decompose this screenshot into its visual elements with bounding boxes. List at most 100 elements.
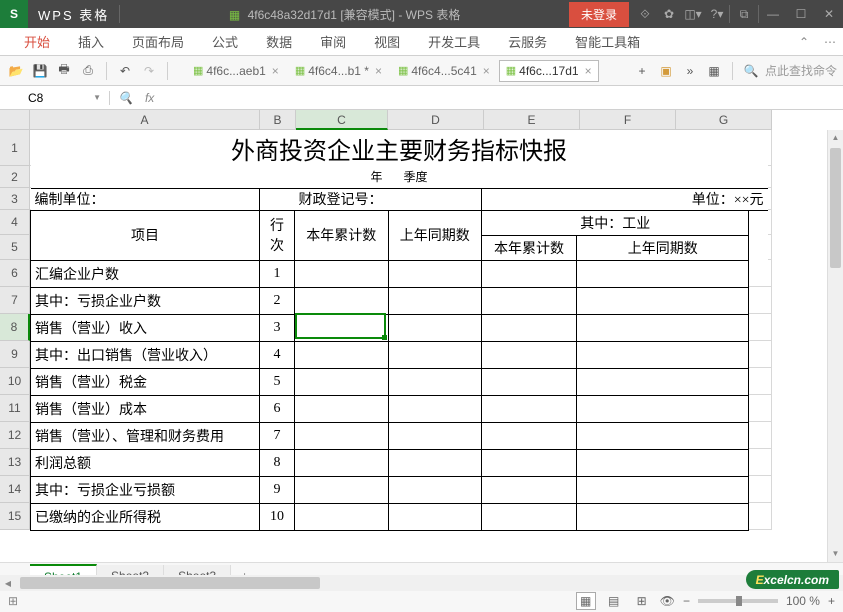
cell[interactable]: [388, 395, 482, 422]
col-header-F[interactable]: F: [580, 110, 676, 130]
cell[interactable]: [482, 368, 577, 395]
row-header-11[interactable]: 11: [0, 395, 30, 422]
tab-nav-icon[interactable]: »: [680, 61, 700, 81]
cell[interactable]: [577, 314, 749, 341]
ribbon-options-icon[interactable]: ⋯: [817, 35, 843, 49]
row-header-12[interactable]: 12: [0, 422, 30, 449]
scroll-down-arrow[interactable]: ▼: [828, 546, 843, 562]
sync-icon[interactable]: ⟐: [633, 7, 657, 22]
menu-view[interactable]: 视图: [360, 26, 414, 57]
cell[interactable]: [388, 314, 482, 341]
menu-devtools[interactable]: 开发工具: [414, 26, 494, 57]
scroll-thumb[interactable]: [20, 577, 320, 589]
close-icon[interactable]: ×: [272, 64, 279, 78]
redo-icon[interactable]: ↷: [139, 61, 159, 81]
doc-tab-4[interactable]: ▦4f6c...17d1×: [499, 60, 599, 82]
cell[interactable]: [295, 476, 389, 503]
cell[interactable]: [295, 395, 389, 422]
chevron-down-icon[interactable]: ▼: [93, 93, 101, 102]
cell[interactable]: [295, 341, 389, 368]
row-header-6[interactable]: 6: [0, 260, 30, 287]
maximize-button[interactable]: ☐: [787, 0, 815, 28]
cell[interactable]: [295, 422, 389, 449]
close-icon[interactable]: ×: [375, 64, 382, 78]
cell[interactable]: [482, 503, 577, 530]
row-header-13[interactable]: 13: [0, 449, 30, 476]
horizontal-scrollbar[interactable]: ◀ ▶: [0, 575, 843, 591]
col-header-E[interactable]: E: [484, 110, 580, 130]
cell[interactable]: [295, 503, 389, 530]
cell[interactable]: [295, 368, 389, 395]
select-all-cells[interactable]: [0, 110, 30, 130]
undo-icon[interactable]: ↶: [115, 61, 135, 81]
menu-start[interactable]: 开始: [10, 26, 64, 57]
close-icon[interactable]: ×: [585, 64, 592, 78]
zoom-slider[interactable]: [698, 599, 778, 603]
zoom-in-icon[interactable]: +: [828, 594, 835, 608]
row-header-14[interactable]: 14: [0, 476, 30, 503]
reading-mode-icon[interactable]: 👁: [660, 594, 675, 608]
row-header-2[interactable]: 2: [0, 166, 30, 188]
table-row[interactable]: 销售（营业）、管理和财务费用 7: [31, 422, 768, 449]
menu-data[interactable]: 数据: [252, 26, 306, 57]
doc-tab-2[interactable]: ▦4f6c4...b1 *×: [288, 60, 389, 82]
cell[interactable]: [388, 476, 482, 503]
table-row[interactable]: 销售（营业）成本 6: [31, 395, 768, 422]
search-command-input[interactable]: 点此查找命令: [765, 62, 837, 79]
table-row[interactable]: 汇编企业户数 1: [31, 260, 768, 287]
cell[interactable]: [482, 287, 577, 314]
vertical-scrollbar[interactable]: ▲ ▼: [827, 130, 843, 562]
cell[interactable]: [482, 395, 577, 422]
row-header-9[interactable]: 9: [0, 341, 30, 368]
row-header-5[interactable]: 5: [0, 235, 30, 260]
row-header-7[interactable]: 7: [0, 287, 30, 314]
close-icon[interactable]: ×: [483, 64, 490, 78]
save-icon[interactable]: 💾: [30, 61, 50, 81]
col-header-D[interactable]: D: [388, 110, 484, 130]
cell[interactable]: [388, 287, 482, 314]
cell[interactable]: [482, 476, 577, 503]
doc-map-icon[interactable]: ⊞: [8, 594, 18, 608]
cell[interactable]: [295, 260, 389, 287]
scroll-left-arrow[interactable]: ◀: [0, 579, 16, 588]
cell[interactable]: [482, 314, 577, 341]
new-tab-icon[interactable]: +: [632, 61, 652, 81]
row-header-3[interactable]: 3: [0, 188, 30, 210]
row-header-15[interactable]: 15: [0, 503, 30, 530]
cell[interactable]: [388, 449, 482, 476]
table-row[interactable]: 利润总额 8: [31, 449, 768, 476]
help-dropdown-icon[interactable]: ?▾: [705, 7, 729, 21]
cell[interactable]: [577, 422, 749, 449]
print-icon[interactable]: 🖶: [54, 61, 74, 81]
scroll-up-arrow[interactable]: ▲: [828, 130, 843, 146]
cell[interactable]: [577, 503, 749, 530]
minimize-button[interactable]: —: [759, 0, 787, 28]
settings-icon[interactable]: ✿: [657, 7, 681, 21]
zoom-out-icon[interactable]: −: [683, 594, 690, 608]
menu-layout[interactable]: 页面布局: [118, 26, 198, 57]
doc-tab-1[interactable]: ▦4f6c...aeb1×: [186, 60, 286, 82]
table-row[interactable]: 已缴纳的企业所得税 10: [31, 503, 768, 530]
col-header-C[interactable]: C: [296, 110, 388, 130]
zoom-level[interactable]: 100 %: [786, 594, 820, 608]
cell[interactable]: [577, 341, 749, 368]
cell[interactable]: [295, 287, 389, 314]
cell[interactable]: [482, 449, 577, 476]
cell[interactable]: [295, 449, 389, 476]
cell[interactable]: [577, 476, 749, 503]
doc-tab-3[interactable]: ▦4f6c4...5c41×: [391, 60, 497, 82]
print-preview-icon[interactable]: ⎙: [78, 61, 98, 81]
login-button[interactable]: 未登录: [569, 2, 629, 27]
cell[interactable]: [577, 449, 749, 476]
spreadsheet-grid[interactable]: ABCDEFG 123456789101112131415 外商投资企业主要财务…: [0, 110, 843, 562]
row-header-1[interactable]: 1: [0, 130, 30, 166]
row-header-10[interactable]: 10: [0, 368, 30, 395]
table-row[interactable]: 其中：出口销售（营业收入） 4: [31, 341, 768, 368]
table-row[interactable]: 其中：亏损企业户数 2: [31, 287, 768, 314]
menu-insert[interactable]: 插入: [64, 26, 118, 57]
col-header-A[interactable]: A: [30, 110, 260, 130]
row-header-4[interactable]: 4: [0, 210, 30, 235]
open-icon[interactable]: 📂: [6, 61, 26, 81]
table-row[interactable]: 销售（营业）收入 3: [31, 314, 768, 341]
search-icon[interactable]: 🔍: [741, 61, 761, 81]
